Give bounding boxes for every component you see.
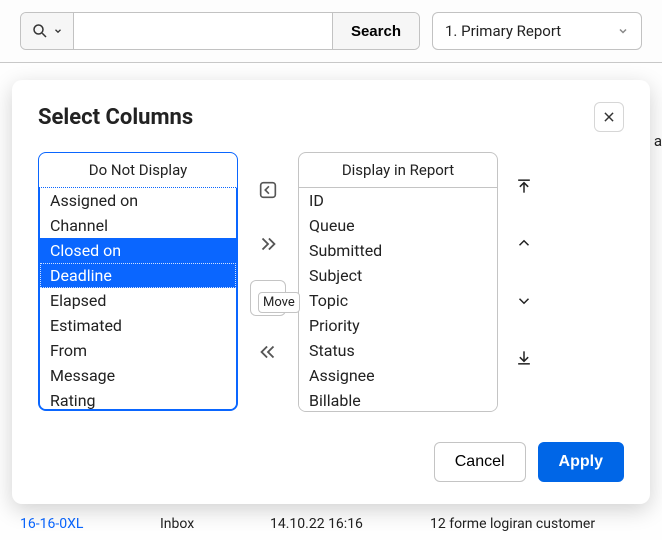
move-controls: Move: [248, 152, 288, 370]
move-up-button[interactable]: [510, 229, 538, 257]
list-item[interactable]: Billable: [299, 388, 497, 412]
list-item[interactable]: Elapsed: [40, 288, 236, 313]
move-bottom-button[interactable]: [510, 344, 538, 372]
report-selector-dropdown[interactable]: 1. Primary Report: [432, 12, 642, 50]
dialog-title: Select Columns: [38, 105, 193, 130]
search-input[interactable]: [74, 13, 332, 49]
move-down-button[interactable]: [510, 287, 538, 315]
arrow-top-icon: [514, 176, 534, 196]
list-item[interactable]: Estimated: [40, 313, 236, 338]
list-item[interactable]: From: [40, 338, 236, 363]
reset-icon: [257, 179, 279, 201]
main-toolbar: Search 1. Primary Report: [0, 0, 662, 63]
arrow-bottom-icon: [514, 348, 534, 368]
list-item[interactable]: Closed on: [40, 238, 236, 263]
chevron-down-icon: [53, 26, 63, 36]
apply-button[interactable]: Apply: [538, 442, 624, 482]
report-selector-label: 1. Primary Report: [445, 22, 561, 40]
double-chevron-left-icon: [257, 341, 279, 363]
selected-columns-box: Display in Report IDQueueSubmittedSubjec…: [298, 152, 498, 412]
available-columns-box: Do Not Display Assigned onChannelClosed …: [38, 152, 238, 411]
move-top-button[interactable]: [510, 172, 538, 200]
available-columns-header: Do Not Display: [38, 152, 238, 188]
move-all-right-button[interactable]: [250, 226, 286, 262]
list-item[interactable]: ID: [299, 188, 497, 213]
double-chevron-right-icon: [257, 233, 279, 255]
list-item[interactable]: Topic: [299, 288, 497, 313]
columns-picker: Do Not Display Assigned onChannelClosed …: [38, 152, 624, 412]
list-item[interactable]: Queue: [299, 213, 497, 238]
chevron-down-icon: [515, 292, 533, 310]
selected-columns-header: Display in Report: [298, 152, 498, 188]
search-group: Search: [20, 12, 420, 50]
row-date: 14.10.22 16:16: [270, 516, 400, 532]
list-item[interactable]: Priority: [299, 313, 497, 338]
reset-button[interactable]: [250, 172, 286, 208]
row-id[interactable]: 16-16-0XL: [20, 516, 130, 532]
reorder-controls: [508, 152, 540, 376]
list-item[interactable]: Assignee: [299, 363, 497, 388]
available-columns-list[interactable]: Assigned onChannelClosed onDeadlineElaps…: [38, 187, 238, 411]
list-item[interactable]: Status: [299, 338, 497, 363]
list-item[interactable]: Submitted: [299, 238, 497, 263]
list-item[interactable]: Channel: [40, 213, 236, 238]
search-button[interactable]: Search: [332, 13, 419, 49]
search-icon: [31, 22, 49, 40]
move-tooltip: Move: [258, 292, 300, 313]
table-row: 16-16-0XL Inbox 14.10.22 16:16 12 forme …: [0, 510, 662, 538]
list-item[interactable]: Deadline: [40, 263, 236, 288]
selected-columns-list[interactable]: IDQueueSubmittedSubjectTopicPriorityStat…: [298, 188, 498, 412]
close-button[interactable]: [594, 102, 624, 132]
list-item[interactable]: Subject: [299, 263, 497, 288]
move-all-left-button[interactable]: [250, 334, 286, 370]
list-item[interactable]: Rating: [40, 388, 236, 411]
list-item[interactable]: Message: [40, 363, 236, 388]
select-columns-dialog: Select Columns Do Not Display Assigned o…: [12, 80, 650, 504]
close-icon: [602, 110, 616, 124]
chevron-up-icon: [515, 234, 533, 252]
row-subject: 12 forme logiran customer: [430, 516, 642, 532]
dialog-header: Select Columns: [38, 102, 624, 132]
list-item[interactable]: Assigned on: [40, 188, 236, 213]
dialog-footer: Cancel Apply: [38, 442, 624, 482]
search-scope-dropdown[interactable]: [21, 13, 74, 49]
chevron-down-icon: [617, 25, 629, 37]
row-queue: Inbox: [160, 516, 240, 532]
cancel-button[interactable]: Cancel: [434, 442, 526, 482]
